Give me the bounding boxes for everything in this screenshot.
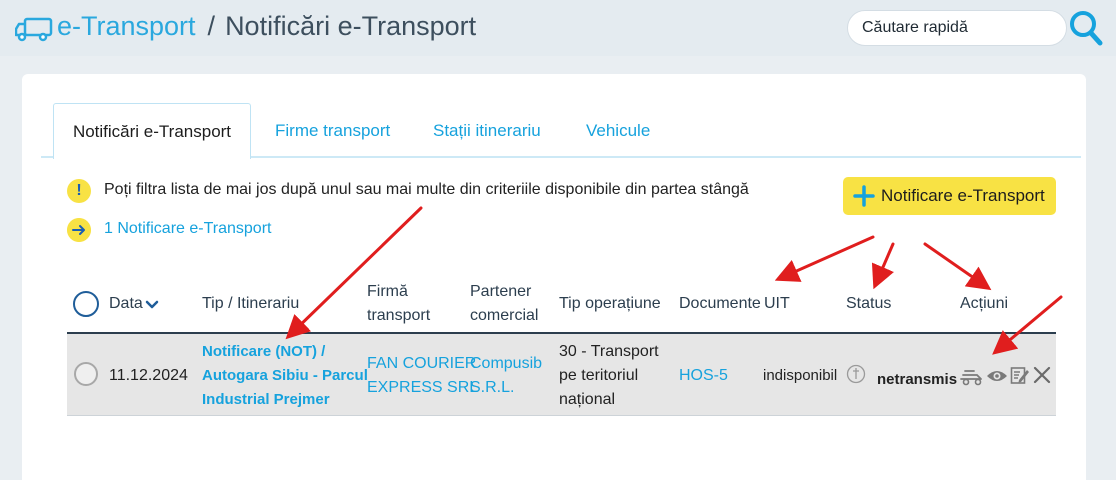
breadcrumb-separator: / [207, 11, 216, 41]
close-icon[interactable] [1033, 366, 1051, 384]
arrow-right-icon [67, 218, 91, 242]
col-header-actiuni: Acțiuni [960, 295, 1009, 312]
row-status: netransmis [877, 371, 958, 388]
row-partener-line2[interactable]: S.R.L. [470, 376, 514, 400]
col-header-documente: Documente [679, 295, 761, 312]
filter-hint: Poți filtra lista de mai jos după unul s… [104, 181, 749, 198]
add-notification-label: Notificare e-Transport [881, 186, 1045, 205]
row-date: 11.12.2024 [109, 367, 188, 384]
row-op-line3: național [559, 391, 616, 408]
transport-icon[interactable] [959, 366, 985, 386]
col-header-firma-line1: Firmă [367, 283, 408, 300]
select-all-radio[interactable] [73, 291, 99, 317]
edit-icon[interactable] [1010, 366, 1030, 385]
notification-count-link[interactable]: 1 Notificare e-Transport [104, 220, 271, 238]
col-header-partener-line1: Partener [470, 283, 532, 300]
col-header-uit: UIT [764, 295, 790, 312]
add-notification-button[interactable]: Notificare e-Transport [843, 177, 1056, 215]
tab-statii-itinerariu[interactable]: Stații itinerariu [433, 103, 541, 158]
info-icon: ! [67, 179, 91, 203]
col-header-status: Status [846, 295, 892, 312]
chevron-down-icon[interactable] [144, 299, 160, 311]
search-icon[interactable] [1068, 9, 1104, 47]
row-partener-line1[interactable]: Compusib [470, 352, 542, 376]
col-header-firma-line2: transport [367, 307, 431, 324]
row-documente-link[interactable]: HOS-5 [679, 364, 728, 388]
row-uit: indisponibil [763, 367, 838, 384]
row-tip-line3[interactable]: Industrial Prejmer [202, 388, 330, 412]
truck-icon [15, 17, 53, 42]
row-op-line1: 30 - Transport [559, 343, 659, 360]
row-firma-line1[interactable]: FAN COURIER [367, 352, 476, 376]
col-header-partener-line2: comercial [470, 307, 539, 324]
tab-vehicule[interactable]: Vehicule [586, 103, 650, 158]
col-header-tip: Tip / Itinerariu [202, 295, 300, 312]
app-title[interactable]: e-Transport [57, 11, 196, 41]
timer-icon [846, 364, 866, 384]
tab-firme-transport[interactable]: Firme transport [275, 103, 390, 158]
row-tip-line2[interactable]: Autogara Sibiu - Parcul [202, 364, 368, 388]
row-op-line2: pe teritoriul [559, 367, 639, 384]
row-firma-line2[interactable]: EXPRESS SRL [367, 376, 478, 400]
plus-icon [853, 185, 875, 207]
breadcrumb-current: Notificări e-Transport [225, 11, 477, 41]
row-select-radio[interactable] [74, 362, 98, 386]
col-header-data[interactable]: Data [109, 292, 143, 316]
row-tip-line1[interactable]: Notificare (NOT) / [202, 340, 325, 364]
search-input[interactable] [847, 10, 1067, 46]
eye-icon[interactable] [986, 368, 1008, 384]
tab-notificari[interactable]: Notificări e-Transport [53, 103, 251, 159]
col-header-tip-operatiune: Tip operațiune [559, 295, 661, 312]
page-title: e-Transport / Notificări e-Transport [57, 11, 476, 42]
top-bar: e-Transport / Notificări e-Transport [0, 0, 1116, 56]
tab-bar: Notificări e-Transport Firme transport S… [41, 103, 1081, 159]
